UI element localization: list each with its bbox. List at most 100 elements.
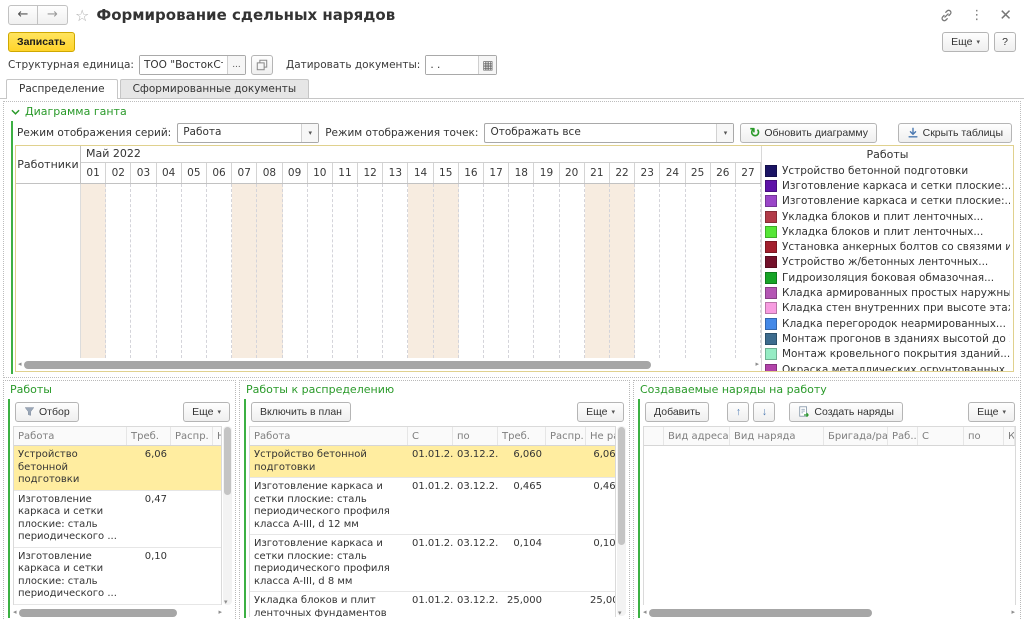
table-row[interactable]: Изготовление каркаса и сетки плоские: ст…: [250, 535, 615, 592]
back-button[interactable]: ←: [8, 5, 38, 25]
tab-distribution[interactable]: Распределение: [6, 79, 118, 99]
chevron-down-icon: ▾: [976, 38, 980, 46]
scroll-thumb[interactable]: [224, 427, 231, 495]
table-row[interactable]: Укладка блоков и плит ленточных фундамен…: [14, 605, 221, 606]
date-documents-input[interactable]: [426, 56, 478, 74]
cell-n: [213, 605, 222, 606]
day-header-07: 07: [232, 163, 257, 183]
cell-from: 01.01.2...: [408, 446, 453, 477]
favorite-star-icon[interactable]: ☆: [75, 6, 89, 25]
scroll-left-icon[interactable]: ◂: [13, 609, 17, 616]
works-more-button[interactable]: Еще▾: [183, 402, 230, 422]
gantt-legend: Работы Устройство бетонной подготовкиИзг…: [761, 146, 1013, 371]
scroll-left-icon[interactable]: ◂: [18, 361, 22, 368]
calendar-button[interactable]: ▦: [478, 56, 496, 74]
create-orders-button[interactable]: Создать наряды: [789, 402, 903, 422]
table-row[interactable]: Укладка блоков и плит ленточных фундамен…: [250, 592, 615, 617]
table-row[interactable]: Изготовление каркаса и сетки плоские: ст…: [14, 548, 221, 605]
chevron-down-icon: ▾: [1002, 408, 1006, 416]
scroll-thumb[interactable]: [19, 609, 177, 617]
filter-button[interactable]: Отбор: [15, 402, 79, 422]
structural-unit-input[interactable]: [140, 56, 227, 74]
include-in-plan-button[interactable]: Включить в план: [251, 402, 351, 422]
day-header-10: 10: [308, 163, 333, 183]
table-row[interactable]: Изготовление каркаса и сетки плоские: ст…: [14, 491, 221, 548]
day-header-20: 20: [560, 163, 585, 183]
column-header: Распр.: [546, 427, 586, 445]
distribution-more-button[interactable]: Еще▾: [577, 402, 624, 422]
scroll-thumb[interactable]: [649, 609, 873, 617]
day-header-25: 25: [686, 163, 711, 183]
table-row[interactable]: Устройство бетонной подготовки01.01.2...…: [250, 446, 615, 478]
legend-item: Устройство ж/бетонных ленточных...: [765, 255, 1010, 270]
scroll-right-icon[interactable]: ▸: [755, 361, 759, 368]
structural-unit-select-button[interactable]: ...: [227, 56, 245, 74]
table-row[interactable]: Устройство бетонной подготовки6,06: [14, 446, 221, 491]
day-column-21: [585, 184, 610, 358]
day-header-03: 03: [131, 163, 156, 183]
forward-icon: →: [47, 7, 58, 22]
day-column-12: [358, 184, 383, 358]
scroll-down-icon[interactable]: ▾: [224, 599, 228, 606]
forward-button[interactable]: →: [38, 5, 68, 25]
column-header: [644, 427, 664, 445]
day-header-15: 15: [434, 163, 459, 183]
gantt-section-title: Диаграмма ганта: [25, 105, 127, 118]
gantt-horizontal-scrollbar[interactable]: ◂ ▸: [18, 359, 759, 370]
legend-swatch-icon: [765, 302, 777, 314]
form-more-button[interactable]: Еще ▾: [942, 32, 989, 52]
scroll-thumb[interactable]: [618, 427, 625, 545]
scroll-left-icon[interactable]: ◂: [643, 609, 647, 616]
works-table-body: Устройство бетонной подготовки6,06Изгото…: [14, 446, 221, 605]
day-column-08: [257, 184, 282, 358]
day-header-17: 17: [484, 163, 509, 183]
column-header: Треб.: [127, 427, 171, 445]
orders-more-button[interactable]: Еще▾: [968, 402, 1015, 422]
command-bar: Записать Еще ▾ ?: [0, 30, 1024, 53]
orders-table-header: Вид адреса...Вид нарядаБригада/ра...Раб.…: [644, 427, 1015, 446]
move-down-button[interactable]: ↓: [753, 402, 775, 422]
legend-item: Окраска металлических огрунтованных...: [765, 362, 1010, 371]
cell-not_raspr: 6,060: [586, 446, 616, 477]
link-icon[interactable]: [939, 8, 954, 23]
works-vertical-scrollbar[interactable]: ▾: [223, 426, 232, 605]
structural-unit-open-button[interactable]: [251, 55, 273, 75]
more-dots-icon[interactable]: ⋮: [970, 8, 983, 23]
table-row[interactable]: Изготовление каркаса и сетки плоские: ст…: [250, 478, 615, 535]
help-button[interactable]: ?: [994, 32, 1016, 52]
tab-formed-documents[interactable]: Сформированные документы: [120, 79, 310, 98]
day-column-07: [232, 184, 257, 358]
day-header-08: 08: [257, 163, 282, 183]
distribution-vertical-scrollbar[interactable]: ▾: [617, 426, 626, 616]
day-column-03: [131, 184, 156, 358]
day-header-26: 26: [711, 163, 736, 183]
legend-label: Укладка блоков и плит ленточных...: [782, 211, 983, 223]
save-button[interactable]: Записать: [8, 32, 75, 52]
more-label: Еще: [951, 36, 972, 48]
scroll-right-icon[interactable]: ▸: [218, 609, 222, 616]
legend-swatch-icon: [765, 195, 777, 207]
series-mode-combo[interactable]: Работа ▾: [177, 123, 319, 143]
day-column-23: [635, 184, 660, 358]
legend-label: Устройство ж/бетонных ленточных...: [782, 256, 988, 268]
refresh-diagram-button[interactable]: ↻ Обновить диаграмму: [740, 123, 877, 143]
scroll-right-icon[interactable]: ▸: [1011, 609, 1015, 616]
scroll-down-icon[interactable]: ▾: [618, 610, 622, 617]
day-column-15: [434, 184, 459, 358]
cell-req: 25,00: [127, 605, 171, 606]
add-button[interactable]: Добавить: [645, 402, 709, 422]
legend-title: Работы: [765, 148, 1010, 163]
close-icon[interactable]: ✕: [999, 6, 1012, 24]
move-up-button[interactable]: ↑: [727, 402, 749, 422]
points-mode-combo[interactable]: Отображать все ▾: [484, 123, 734, 143]
day-column-26: [711, 184, 736, 358]
scroll-thumb[interactable]: [24, 361, 652, 369]
create-orders-icon: [798, 405, 810, 418]
cell-not_raspr: 25,000: [586, 592, 616, 617]
hide-tables-icon: [907, 127, 919, 139]
works-horizontal-scrollbar[interactable]: ◂ ▸: [13, 607, 222, 618]
orders-horizontal-scrollbar[interactable]: ◂ ▸: [643, 607, 1015, 618]
gantt-section-toggle[interactable]: Диаграмма ганта: [4, 102, 1020, 119]
day-column-05: [182, 184, 207, 358]
hide-tables-button[interactable]: Скрыть таблицы: [898, 123, 1012, 143]
